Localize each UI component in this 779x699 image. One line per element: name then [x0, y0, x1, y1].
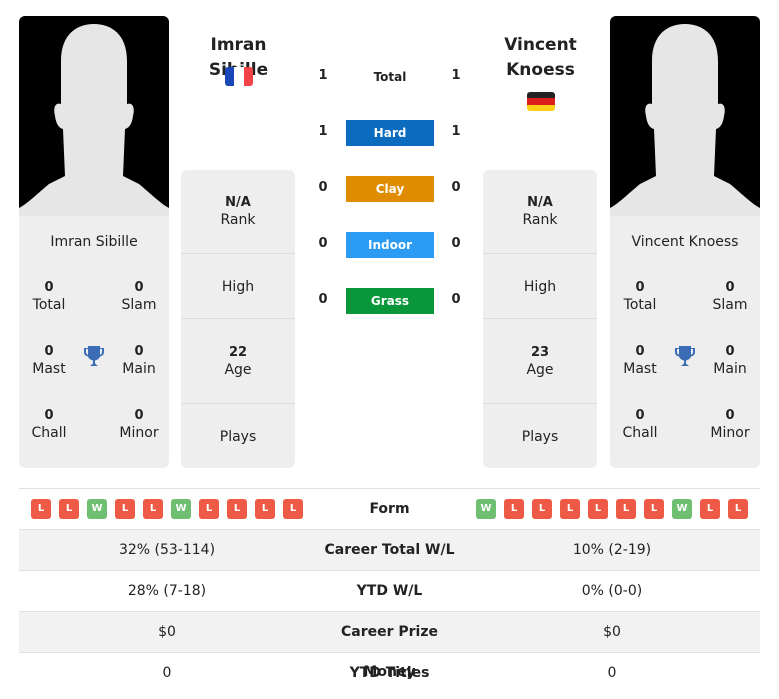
player2-name[interactable]: Vincent Knoess [483, 33, 598, 83]
player2-form: WLLLLLLWLL [464, 489, 760, 529]
player1-titles-total: 0 Total [32, 280, 66, 313]
player2-age: 23 Age [483, 319, 597, 404]
player1-high: High [181, 254, 295, 319]
silhouette-icon [610, 24, 760, 216]
prize-label: Career Prize Money [340, 624, 438, 680]
player2-high: High [483, 254, 597, 319]
surface-clay-button[interactable]: Clay [346, 176, 434, 202]
loss-badge[interactable]: L [255, 499, 275, 519]
loss-badge[interactable]: L [115, 499, 135, 519]
h2h-clay-p1: 0 [318, 180, 328, 195]
player2-titles-total: 0 Total [623, 280, 657, 313]
loss-badge[interactable]: L [700, 499, 720, 519]
player2-titles-chall: 0 Chall [622, 408, 658, 441]
loss-badge[interactable]: L [616, 499, 636, 519]
loss-badge[interactable]: L [504, 499, 524, 519]
player1-titles-mast: 0 Mast [32, 344, 66, 377]
h2h-grass-p1: 0 [318, 292, 328, 307]
player1-photo[interactable] [19, 16, 169, 216]
player1-ytd-wl: 28% (7-18) [127, 583, 207, 599]
loss-badge[interactable]: L [532, 499, 552, 519]
loss-badge[interactable]: L [31, 499, 51, 519]
silhouette-icon [19, 24, 169, 216]
player1-rank: N/A Rank [181, 170, 295, 254]
h2h-hard-p1: 1 [318, 124, 328, 139]
player2-plays: Plays [521, 429, 559, 445]
loss-badge[interactable]: L [59, 499, 79, 519]
player2-ytd-titles: 0 [607, 665, 617, 681]
loss-badge[interactable]: L [283, 499, 303, 519]
loss-badge[interactable]: L [199, 499, 219, 519]
player1-titles-main: 0 Main [122, 344, 156, 377]
win-badge[interactable]: W [171, 499, 191, 519]
comparison-table: LLWLLWLLLL Form WLLLLLLWLL 32% (53-114) … [19, 488, 760, 694]
loss-badge[interactable]: L [728, 499, 748, 519]
player2-prize: $0 [603, 624, 621, 640]
h2h-total-p1: 1 [318, 68, 328, 83]
h2h-total-label: Total [373, 70, 407, 84]
loss-badge[interactable]: L [560, 499, 580, 519]
loss-badge[interactable]: L [143, 499, 163, 519]
form-label: Form [369, 501, 410, 517]
surface-grass-button[interactable]: Grass [346, 288, 434, 314]
ytd-wl-row: 28% (7-18) YTD W/L 0% (0-0) [19, 571, 760, 612]
player1-card-name: Imran Sibille [50, 234, 138, 250]
player1-card: Imran Sibille 0 Total 0 Slam 0 Mast 0 Main 0… [19, 16, 169, 468]
ytd-titles-row: 0 YTD Titles 0 [19, 653, 760, 694]
h2h-indoor-p2: 0 [451, 236, 461, 251]
loss-badge[interactable]: L [588, 499, 608, 519]
germany-flag-icon [527, 92, 555, 111]
player1-career-wl: 32% (53-114) [118, 542, 216, 558]
surface-hard-button[interactable]: Hard [346, 120, 434, 146]
france-flag-icon [225, 67, 253, 86]
career-wl-label: Career Total W/L [324, 542, 455, 558]
h2h-total-p2: 1 [451, 68, 461, 83]
player2-career-wl: 10% (2-19) [572, 542, 652, 558]
player2-info-card: N/A Rank High 23 Age Plays [483, 170, 597, 468]
loss-badge[interactable]: L [644, 499, 664, 519]
player1-form: LLWLLWLLLL [19, 489, 315, 529]
player1-titles-minor: 0 Minor [119, 408, 159, 441]
player2-photo[interactable] [610, 16, 760, 216]
player2-card-name: Vincent Knoess [631, 234, 739, 250]
loss-badge[interactable]: L [227, 499, 247, 519]
win-badge[interactable]: W [476, 499, 496, 519]
h2h-indoor-p1: 0 [318, 236, 328, 251]
trophy-icon [675, 346, 695, 366]
player1-titles-chall: 0 Chall [31, 408, 67, 441]
player1-plays: Plays [219, 429, 257, 445]
player2-ytd-wl: 0% (0-0) [581, 583, 643, 599]
player1-age: 22 Age [181, 319, 295, 404]
trophy-icon [84, 346, 104, 366]
career-wl-row: 32% (53-114) Career Total W/L 10% (2-19) [19, 530, 760, 571]
player2-titles-slam: 0 Slam [712, 280, 748, 313]
h2h-hard-p2: 1 [451, 124, 461, 139]
prize-row: $0 Career Prize Money $0 [19, 612, 760, 680]
player1-prize: $0 [158, 624, 176, 640]
h2h-clay-p2: 0 [451, 180, 461, 195]
win-badge[interactable]: W [87, 499, 107, 519]
player2-rank: N/A Rank [483, 170, 597, 254]
form-row: LLWLLWLLLL Form WLLLLLLWLL [19, 489, 760, 530]
surface-indoor-button[interactable]: Indoor [346, 232, 434, 258]
player2-titles-mast: 0 Mast [623, 344, 657, 377]
ytd-wl-label: YTD W/L [356, 583, 423, 599]
player1-titles-slam: 0 Slam [121, 280, 157, 313]
h2h-grass-p2: 0 [451, 292, 461, 307]
player2-card: Vincent Knoess 0 Total 0 Slam 0 Mast 0 Main … [610, 16, 760, 468]
player1-ytd-titles: 0 [162, 665, 172, 681]
player2-titles-main: 0 Main [713, 344, 747, 377]
win-badge[interactable]: W [672, 499, 692, 519]
player1-info-card: N/A Rank High 22 Age Plays [181, 170, 295, 468]
player2-titles-minor: 0 Minor [710, 408, 750, 441]
ytd-titles-label: YTD Titles [349, 665, 430, 681]
